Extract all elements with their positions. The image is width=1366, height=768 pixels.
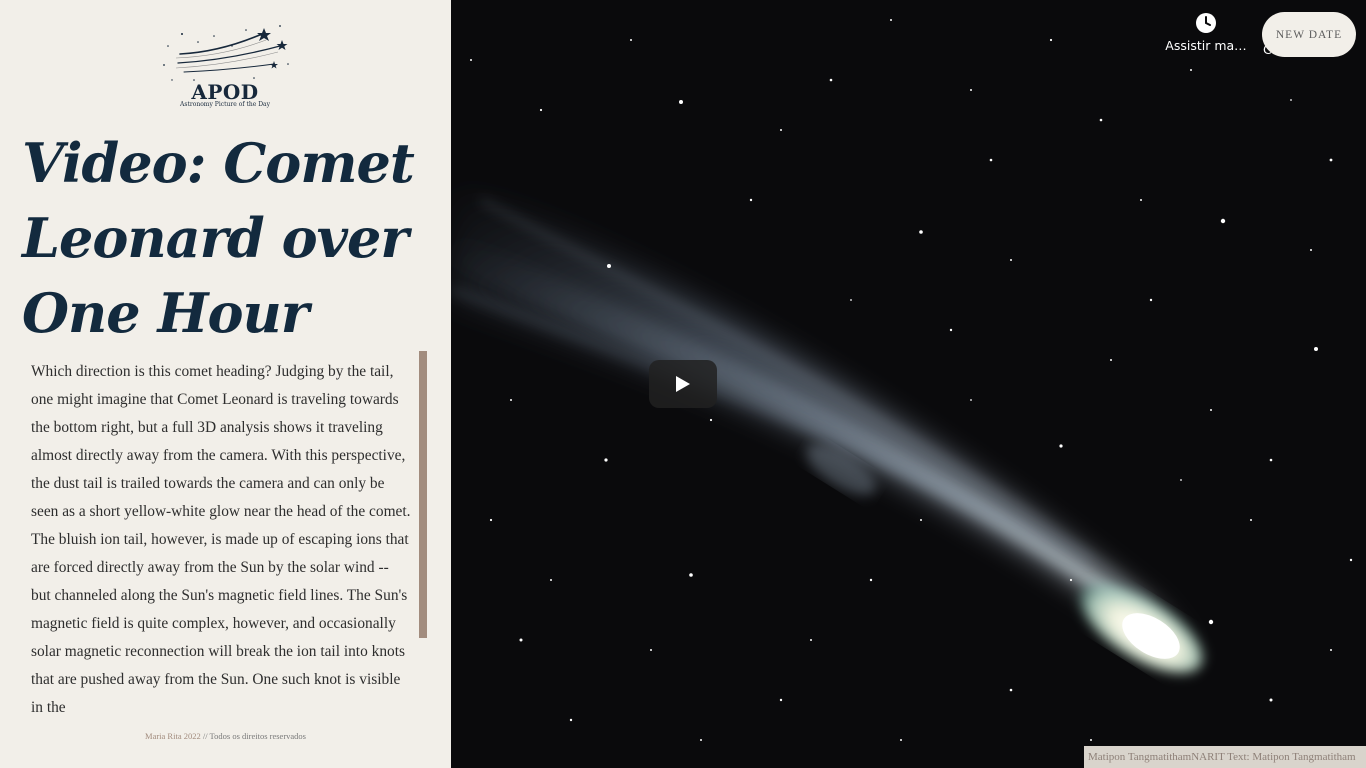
new-date-button[interactable]: NEW DATE xyxy=(1262,12,1356,57)
clock-icon xyxy=(1196,13,1216,33)
play-icon xyxy=(676,376,690,392)
title-line: Leonard over xyxy=(22,206,409,270)
title-line: One Hour xyxy=(22,281,309,345)
description-scroll-area[interactable]: Which direction is this comet heading? J… xyxy=(0,352,451,724)
page-title: Video: Comet Leonard over One Hour xyxy=(22,126,432,351)
title-line: Video: Comet xyxy=(22,131,415,195)
watch-later-label: Assistir ma… xyxy=(1165,38,1247,53)
shooting-stars-icon xyxy=(163,25,289,81)
description-text: Which direction is this comet heading? J… xyxy=(31,363,411,716)
page: APOD Astronomy Picture of the Day Video:… xyxy=(0,0,1366,768)
watch-later-button[interactable]: Assistir ma… xyxy=(1163,12,1249,53)
footer-rights: // Todos os direitos reservados xyxy=(200,731,306,741)
image-credit: Matipon TangmatithamNARIT Text: Matipon … xyxy=(1084,746,1366,768)
comet-video-frame xyxy=(451,0,1366,768)
play-button[interactable] xyxy=(649,360,717,408)
description-scrollbar[interactable] xyxy=(419,351,427,638)
logo-subtitle: Astronomy Picture of the Day xyxy=(180,101,270,108)
footer: Maria Rita 2022 // Todos os direitos res… xyxy=(0,731,451,741)
footer-author: Maria Rita 2022 xyxy=(145,731,201,741)
apod-logo: APOD Astronomy Picture of the Day xyxy=(158,18,292,110)
info-panel: APOD Astronomy Picture of the Day Video:… xyxy=(0,0,451,768)
video-player[interactable]: Assistir ma… Co… NEW DATE Matipon Tangma… xyxy=(451,0,1366,768)
logo-title: APOD xyxy=(191,80,259,104)
